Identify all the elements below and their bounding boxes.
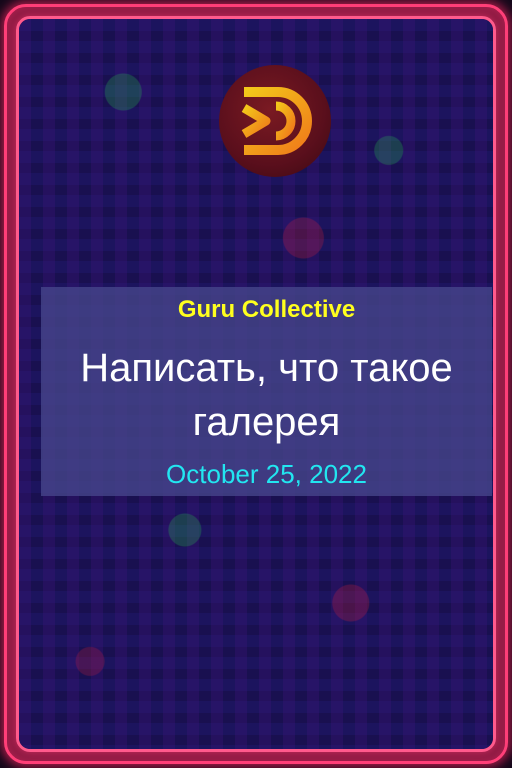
page: Guru Collective Написать, что такое гале…	[0, 0, 512, 768]
author-name[interactable]: Guru Collective	[41, 296, 492, 324]
post-date: October 25, 2022	[166, 459, 367, 489]
post-title[interactable]: Написать, что такое галерея	[41, 341, 492, 449]
d-monogram-logo-icon	[241, 87, 312, 155]
post-info-panel: Guru Collective Написать, что такое гале…	[41, 287, 492, 496]
brand-logo	[219, 65, 331, 177]
post-card[interactable]: Guru Collective Написать, что такое гале…	[4, 4, 508, 764]
